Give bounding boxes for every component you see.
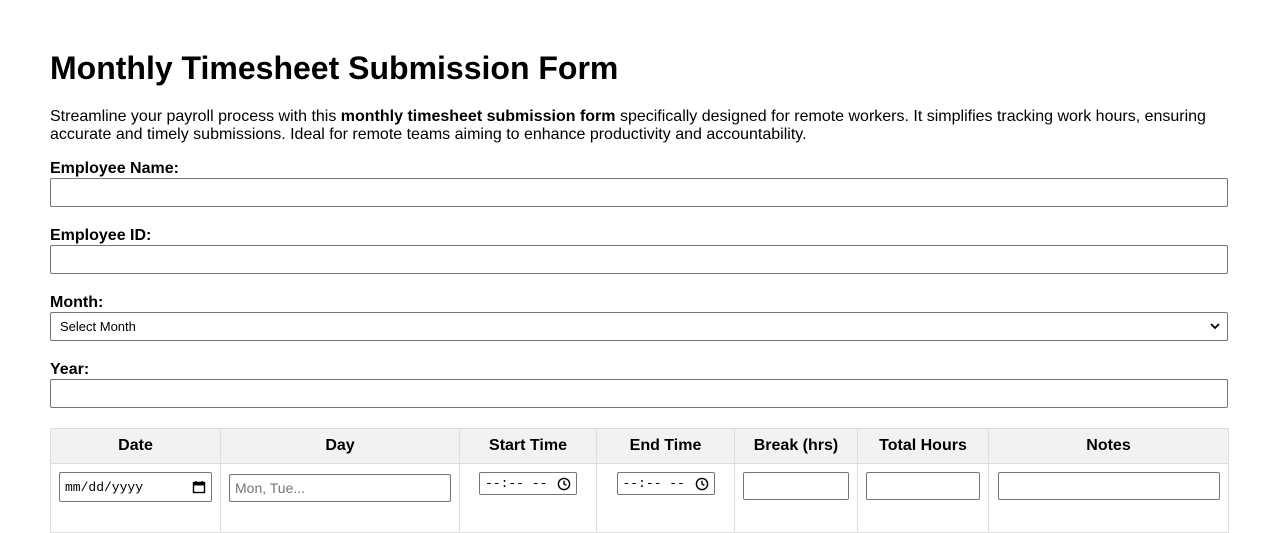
date-cell: mm/dd/yyyy	[50, 463, 221, 533]
description-text-start: Streamline your payroll process with thi…	[50, 108, 341, 125]
start-time-placeholder: --:-- --	[485, 476, 548, 491]
clock-icon[interactable]	[557, 477, 571, 491]
notes-input[interactable]	[997, 472, 1220, 500]
day-input[interactable]: Mon, Tue...	[229, 474, 451, 502]
notes-cell	[988, 463, 1229, 533]
start-time-input[interactable]: --:-- --	[479, 472, 577, 495]
day-cell: Mon, Tue...	[220, 463, 460, 533]
year-input[interactable]	[50, 379, 1228, 408]
table-header-row: Date Day Start Time End Time Break (hrs)…	[50, 428, 1229, 464]
employee-name-label: Employee Name:	[50, 160, 179, 177]
month-select-value: Select Month	[60, 319, 136, 334]
column-header-date: Date	[50, 428, 221, 464]
column-header-day: Day	[220, 428, 460, 464]
table-row: mm/dd/yyyy Mon, Tue... --:-- -- --:-- --	[50, 463, 1229, 533]
month-select[interactable]: Select Month	[50, 312, 1228, 341]
column-header-break: Break (hrs)	[734, 428, 858, 464]
timesheet-table: Date Day Start Time End Time Break (hrs)…	[50, 428, 1229, 533]
column-header-end-time: End Time	[596, 428, 735, 464]
column-header-notes: Notes	[988, 428, 1229, 464]
start-time-cell: --:-- --	[459, 463, 597, 533]
day-input-placeholder: Mon, Tue...	[235, 480, 306, 496]
chevron-down-icon	[1210, 323, 1220, 330]
column-header-total-hours: Total Hours	[857, 428, 989, 464]
clock-icon[interactable]	[695, 477, 709, 491]
total-hours-cell	[857, 463, 989, 533]
break-hours-input[interactable]	[743, 472, 849, 500]
column-header-start-time: Start Time	[459, 428, 597, 464]
end-time-placeholder: --:-- --	[622, 476, 685, 491]
total-hours-input[interactable]	[866, 472, 980, 500]
end-time-input[interactable]: --:-- --	[616, 472, 715, 495]
page-description: Streamline your payroll process with thi…	[50, 108, 1228, 144]
end-time-cell: --:-- --	[596, 463, 735, 533]
employee-id-label: Employee ID:	[50, 227, 152, 244]
page-title: Monthly Timesheet Submission Form	[50, 50, 619, 86]
description-text-bold: monthly timesheet submission form	[340, 108, 616, 125]
year-label: Year:	[50, 361, 90, 378]
break-cell	[734, 463, 858, 533]
calendar-icon[interactable]	[192, 480, 206, 494]
date-input[interactable]: mm/dd/yyyy	[59, 472, 212, 502]
employee-id-input[interactable]	[50, 245, 1228, 274]
date-input-placeholder: mm/dd/yyyy	[65, 479, 144, 495]
employee-name-input[interactable]	[50, 178, 1228, 207]
month-label: Month:	[50, 294, 104, 311]
